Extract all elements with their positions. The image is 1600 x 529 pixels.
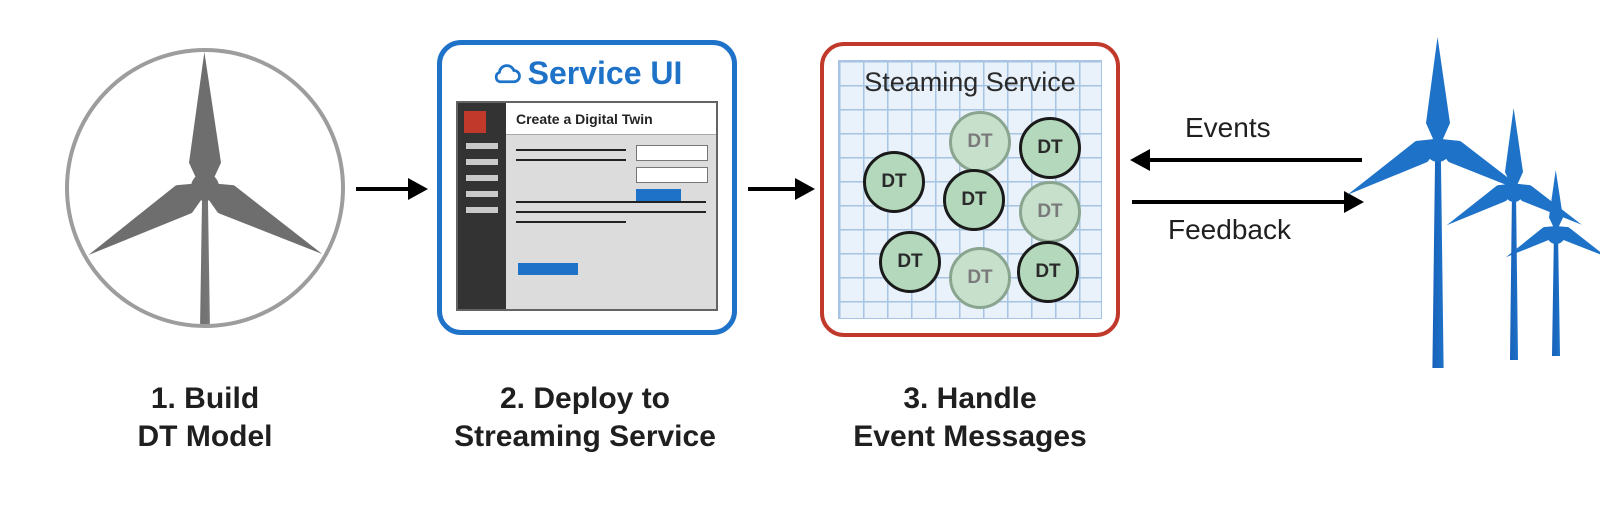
mock-app-logo-icon: [464, 111, 486, 133]
turbine-tower: [198, 189, 212, 324]
mock-nav-item: [466, 159, 498, 165]
dt-node: DT: [1017, 241, 1079, 303]
service-ui-title: Service UI: [442, 45, 732, 101]
step1-build-model: [65, 48, 345, 328]
step2-caption-l1: 2. Deploy to: [500, 382, 670, 415]
service-ui-title-text: Service UI: [528, 55, 683, 91]
turbine-blade: [189, 52, 221, 187]
dt-node: DT: [879, 231, 941, 293]
step2-caption-l2: Streaming Service: [454, 420, 716, 453]
step1-caption-l2: DT Model: [138, 420, 273, 453]
mock-nav-item: [466, 191, 498, 197]
mock-input-field: [636, 167, 708, 183]
dt-node: DT: [863, 151, 925, 213]
dt-node: DT: [1019, 117, 1081, 179]
dt-node-faded: DT: [949, 247, 1011, 309]
diagram-stage: 1. Build DT Model Service UI Create a Di…: [0, 0, 1600, 529]
mock-app-window: Create a Digital Twin: [456, 101, 718, 311]
step2-service-ui: Service UI Create a Digital Twin: [437, 40, 737, 335]
dt-node-faded: DT: [1019, 181, 1081, 243]
step3-caption-l2: Event Messages: [853, 420, 1086, 453]
feedback-label: Feedback: [1168, 214, 1291, 246]
mock-form-line: [516, 211, 706, 213]
wind-turbine-icon: [1368, 38, 1508, 368]
mock-app-body: Create a Digital Twin: [506, 103, 716, 309]
mock-form-title: Create a Digital Twin: [506, 103, 716, 135]
streaming-grid: Steaming Service DT DT DT DT DT DT DT DT: [838, 60, 1102, 319]
mock-form-line: [516, 149, 626, 151]
step1-caption-l1: 1. Build: [151, 382, 259, 415]
step3-streaming-service: Steaming Service DT DT DT DT DT DT DT DT: [820, 42, 1120, 337]
mock-primary-button: [636, 189, 681, 201]
wind-farm: [1368, 38, 1578, 368]
step3-caption: 3. Handle Event Messages: [810, 380, 1130, 455]
cloud-icon: [492, 58, 522, 88]
streaming-title: Steaming Service: [839, 67, 1101, 98]
mock-nav-item: [466, 207, 498, 213]
turbine-hub: [191, 173, 219, 201]
mock-nav-item: [466, 143, 498, 149]
mock-form-line: [516, 159, 626, 161]
mock-form-line: [516, 221, 626, 223]
mock-app-sidebar: [458, 103, 506, 309]
step1-caption: 1. Build DT Model: [65, 380, 345, 455]
dt-node-faded: DT: [949, 111, 1011, 173]
mock-nav-item: [466, 175, 498, 181]
events-label: Events: [1185, 112, 1271, 144]
dt-node: DT: [943, 169, 1005, 231]
mock-primary-button: [518, 263, 578, 275]
mock-input-field: [636, 145, 708, 161]
step2-caption: 2. Deploy to Streaming Service: [425, 380, 745, 455]
step3-caption-l1: 3. Handle: [903, 382, 1036, 415]
mock-form-line: [516, 201, 706, 203]
